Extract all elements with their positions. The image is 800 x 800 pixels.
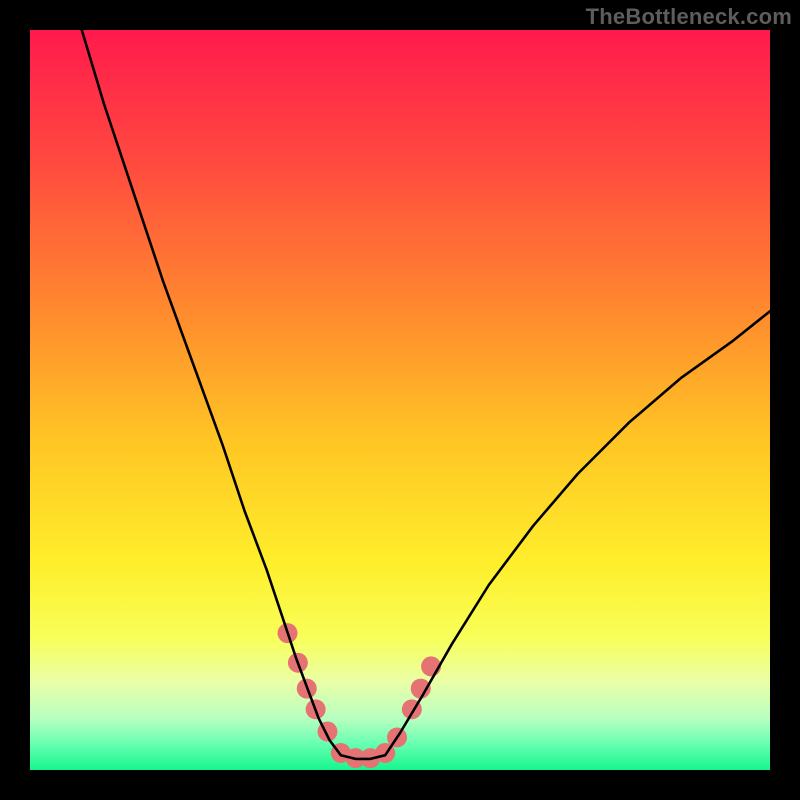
watermark-text: TheBottleneck.com xyxy=(586,4,792,30)
curve-layer xyxy=(30,30,770,770)
chart-frame: TheBottleneck.com xyxy=(0,0,800,800)
bottleneck-curve xyxy=(82,30,770,759)
plot-area xyxy=(30,30,770,770)
marker-group xyxy=(278,623,442,768)
